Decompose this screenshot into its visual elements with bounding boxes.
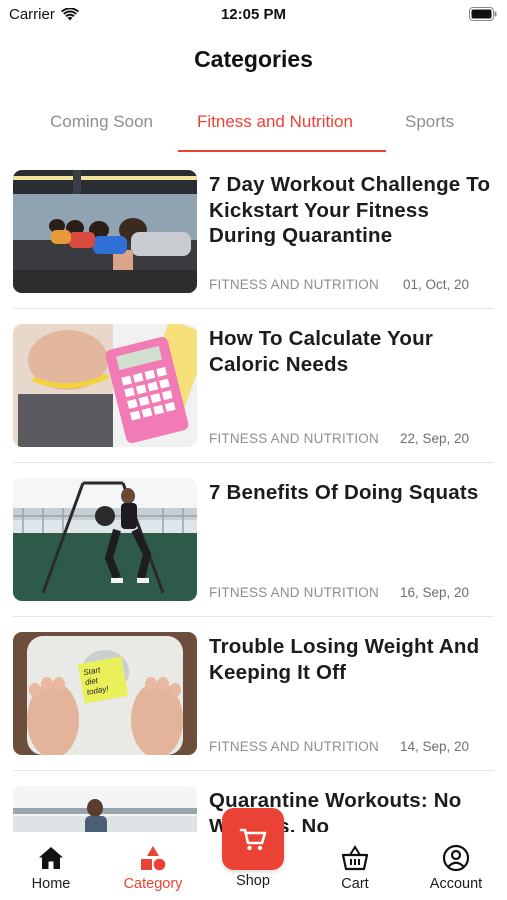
tab-coming-soon[interactable]: Coming Soon	[50, 112, 153, 132]
nav-category[interactable]: Category	[108, 844, 198, 892]
article-thumbnail	[13, 478, 197, 601]
article-list: 7 Day Workout Challenge To Kickstart You…	[0, 170, 507, 832]
category-tabs: Coming Soon Fitness and Nutrition Sports	[0, 104, 507, 154]
article-title: Trouble Losing Weight And Keeping It Off	[209, 635, 480, 684]
shopping-cart-icon	[239, 828, 267, 851]
shop-button[interactable]	[222, 808, 284, 870]
article-item[interactable]: Start diet today! Trouble Losing Weight …	[0, 632, 507, 786]
nav-cart-label: Cart	[341, 876, 369, 892]
article-date: 16, Sep, 20	[399, 585, 469, 600]
article-date: 22, Sep, 20	[399, 431, 469, 446]
divider	[13, 308, 494, 309]
nav-account-label: Account	[429, 876, 483, 892]
home-icon	[39, 847, 63, 869]
status-bar: Carrier 12:05 PM	[0, 0, 507, 30]
page-title: Categories	[194, 46, 313, 72]
tab-fitness-and-nutrition[interactable]: Fitness and Nutrition	[197, 112, 353, 132]
divider	[13, 770, 494, 771]
article-title: 7 Day Workout Challenge To Kickstart You…	[209, 173, 491, 248]
divider	[13, 616, 494, 617]
battery-icon	[469, 7, 497, 21]
article-category: FITNESS AND NUTRITION	[209, 431, 379, 446]
article-category: FITNESS AND NUTRITION	[209, 739, 379, 754]
article-title: How To Calculate Your Caloric Needs	[209, 327, 434, 376]
article-title: 7 Benefits Of Doing Squats	[209, 481, 479, 504]
nav-home-label: Home	[31, 876, 71, 892]
article-date: 01, Oct, 20	[402, 277, 469, 292]
shapes-icon	[141, 846, 166, 871]
article-item[interactable]: 7 Benefits Of Doing Squats FITNESS AND N…	[0, 478, 507, 632]
nav-cart[interactable]: Cart	[310, 844, 400, 892]
nav-shop-label: Shop	[236, 873, 270, 889]
article-thumbnail	[13, 786, 197, 832]
tab-sports[interactable]: Sports	[405, 112, 454, 132]
article-date: 14, Sep, 20	[399, 739, 469, 754]
divider	[13, 462, 494, 463]
nav-shop[interactable]: Shop	[208, 808, 298, 889]
article-item[interactable]: How To Calculate Your Caloric Needs FITN…	[0, 324, 507, 478]
article-thumbnail: Start diet today!	[13, 632, 197, 755]
nav-home[interactable]: Home	[6, 844, 96, 892]
nav-category-label: Category	[123, 876, 183, 892]
active-tab-indicator	[178, 150, 386, 152]
article-item[interactable]: 7 Day Workout Challenge To Kickstart You…	[0, 170, 507, 324]
basket-icon	[341, 845, 369, 871]
account-icon	[442, 844, 470, 872]
nav-account[interactable]: Account	[411, 844, 501, 892]
article-category: FITNESS AND NUTRITION	[209, 277, 379, 292]
article-thumbnail	[13, 324, 197, 447]
article-thumbnail	[13, 170, 197, 293]
bottom-tab-bar: Home Category Shop Cart Account	[0, 808, 507, 900]
clock: 12:05 PM	[220, 6, 287, 23]
article-category: FITNESS AND NUTRITION	[209, 585, 379, 600]
